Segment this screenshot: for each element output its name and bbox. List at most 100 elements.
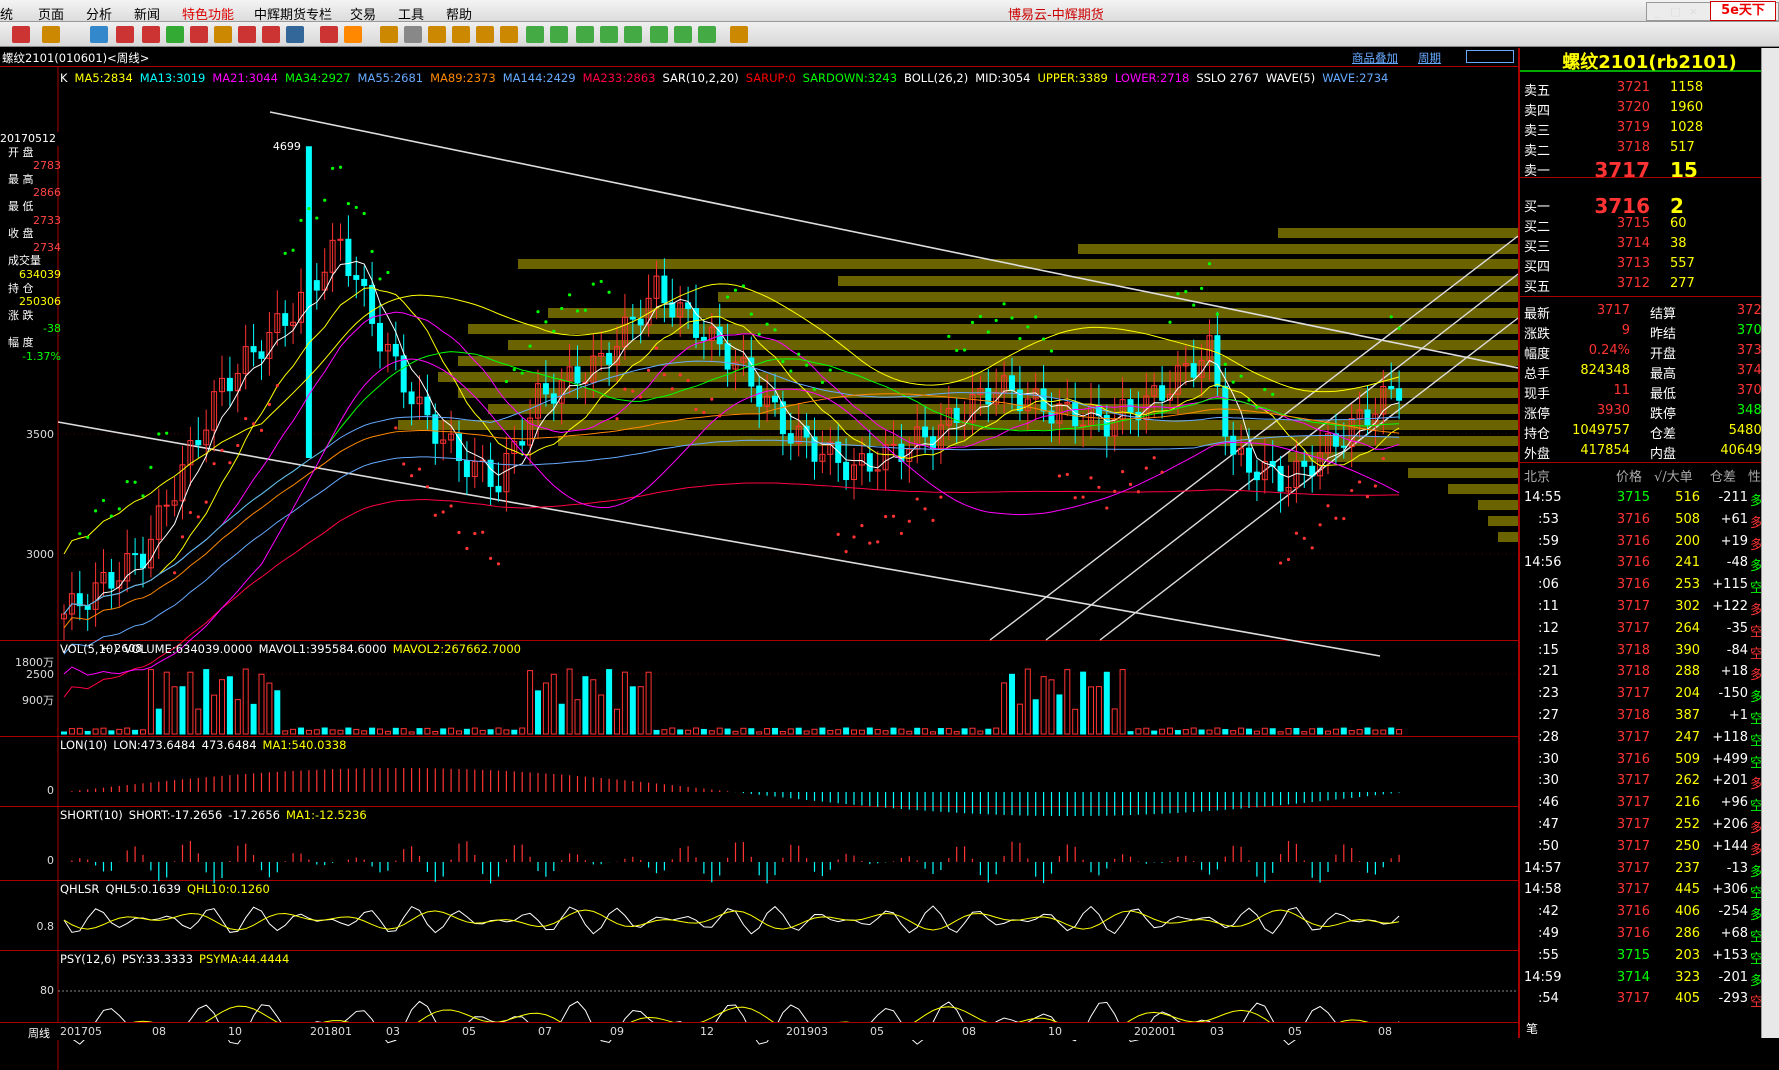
main-indicator-title: K MA5:2834 MA13:3019 MA21:3044 MA34:2927 MA55… — [60, 71, 1395, 85]
tick-row-15-cell-0: :47 — [1538, 817, 1559, 832]
tick-row-7: :153718390-84空平 — [1520, 641, 1778, 662]
toolbar-icon-6[interactable] — [190, 26, 208, 43]
toolbar-icon-2[interactable] — [90, 26, 108, 43]
toolbar-icon-1[interactable] — [42, 26, 60, 43]
toolbar-icon-16[interactable] — [452, 26, 470, 43]
price-tick-0: 3500 — [26, 428, 54, 441]
stat-row-0: 最新 3717 结算 3725 — [1520, 301, 1778, 322]
volume-bar — [1143, 727, 1150, 735]
sar-dot — [1168, 320, 1172, 324]
volume-bar — [629, 686, 636, 735]
sar-dot — [757, 332, 761, 336]
tick-row-0: 14:553715516-211多平 — [1520, 488, 1778, 509]
menu-6[interactable]: 交易 — [350, 4, 376, 23]
sar-dot — [986, 330, 990, 334]
sar-dot — [196, 515, 200, 519]
toolbar-icon-17[interactable] — [476, 26, 494, 43]
sar-dot — [623, 387, 627, 391]
toolbar-icon-26[interactable] — [698, 26, 716, 43]
menu-2[interactable]: 分析 — [86, 4, 112, 23]
menu-8[interactable]: 帮助 — [446, 4, 472, 23]
short-title: SHORT(10) SHORT:-17.2656 -17.2656 MA1:-12.5… — [60, 808, 373, 822]
toolbar-icon-27[interactable] — [730, 26, 748, 43]
sar-dot — [323, 198, 327, 202]
sar-dot — [1223, 362, 1227, 366]
volume-bar — [1222, 729, 1229, 735]
toolbar-icon-5[interactable] — [166, 26, 184, 43]
sar-dot — [331, 166, 335, 170]
toolbar-icon-14[interactable] — [404, 26, 422, 43]
volume-bar — [685, 729, 692, 735]
tick-row-4-cell-0: :06 — [1538, 577, 1559, 593]
close-icon[interactable]: × — [1685, 3, 1702, 20]
tick-row-15-cell-3: +206 — [1712, 817, 1748, 832]
toolbar-icon-20[interactable] — [550, 26, 568, 43]
tick-row-16: :503717250+144多开 — [1520, 837, 1778, 858]
tick-tab[interactable]: 笔 — [1526, 1020, 1538, 1037]
volume-bar — [329, 729, 336, 735]
volume-bar — [740, 727, 747, 735]
contract-tab[interactable]: 螺纹2101(010601)<周线> — [2, 50, 149, 66]
menu-4[interactable]: 特色功能 — [182, 4, 234, 23]
sar-dot — [1302, 536, 1306, 540]
sar-dot — [1350, 488, 1354, 493]
tick-row-14: :463717216+96空开 — [1520, 793, 1778, 814]
zoom-controls[interactable] — [1466, 50, 1514, 63]
tick-row-4: :063716253+115空开 — [1520, 575, 1778, 596]
toolbar-icon-3[interactable] — [116, 26, 134, 43]
restore-icon[interactable]: □ — [1667, 3, 1684, 20]
toolbar-icon-11[interactable] — [320, 26, 338, 43]
period-link[interactable]: 周期 — [1418, 50, 1441, 66]
sar-dot — [931, 518, 935, 522]
toolbar-icon-10[interactable] — [286, 26, 304, 43]
sar-dot — [1065, 472, 1069, 477]
ask-row-4-cell-2: 15 — [1670, 158, 1698, 182]
toolbar-icon-23[interactable] — [624, 26, 642, 43]
quote-panel: 螺纹2101(rb2101) 卖五 3721 1158 卖四 3720 1960 卖三 3719… — [1518, 48, 1779, 1038]
sar-dot — [410, 474, 414, 478]
sar-dot — [702, 410, 706, 415]
chart-area[interactable]: 螺纹2101(010601)<周线> 商品叠加 周期 3500 3000 2500 4… — [0, 48, 1518, 1070]
toolbar-icon-22[interactable] — [600, 26, 618, 43]
toolbar-icon-4[interactable] — [142, 26, 160, 43]
toolbar-icon-19[interactable] — [526, 26, 544, 43]
scrollbar[interactable] — [1761, 48, 1779, 1038]
toolbar-icon-15[interactable] — [428, 26, 446, 43]
volume-bar — [582, 676, 589, 735]
volume-bar — [440, 728, 447, 735]
menu-5[interactable]: 中辉期货专栏 — [254, 4, 332, 23]
volume-bar — [1009, 673, 1015, 735]
candle-body — [748, 357, 755, 387]
volume-bar — [424, 727, 431, 735]
menu-1[interactable]: 页面 — [38, 4, 64, 23]
sar-dot — [978, 314, 983, 319]
overlay-link[interactable]: 商品叠加 — [1352, 50, 1398, 66]
volume-bar — [890, 727, 897, 735]
minimize-icon[interactable]: _ — [1649, 3, 1666, 20]
sar-dot — [536, 310, 540, 314]
menu-7[interactable]: 工具 — [398, 4, 424, 23]
sar-dot — [1318, 523, 1322, 527]
toolbar-icon-18[interactable] — [500, 26, 518, 43]
toolbar-icon-8[interactable] — [238, 26, 256, 43]
volume-bar — [843, 727, 850, 735]
menu-3[interactable]: 新闻 — [134, 4, 160, 23]
xaxis-label-10: 05 — [870, 1025, 884, 1038]
toolbar-icon-13[interactable] — [380, 26, 398, 43]
bar-info-panel: 20170512 开 盘 2783 最 高 2866 最 低 2733 收 盘 2734 成交量 6… — [0, 132, 61, 363]
toolbar-icon-21[interactable] — [576, 26, 594, 43]
toolbar-icon-25[interactable] — [674, 26, 692, 43]
bid-row-4-cell-0: 买五 — [1524, 280, 1551, 295]
menu-0[interactable]: 统 — [0, 4, 13, 23]
sar-dot — [1207, 262, 1212, 266]
candle-body — [519, 441, 526, 446]
toolbar-icon-24[interactable] — [650, 26, 668, 43]
toolbar-icon-0[interactable] — [12, 26, 30, 43]
tick-row-13: :303717262+201多开 — [1520, 771, 1778, 792]
toolbar-icon-7[interactable] — [214, 26, 232, 43]
toolbar-icon-12[interactable] — [344, 26, 362, 43]
toolbar-icon-9[interactable] — [262, 26, 280, 43]
sar-dot — [133, 480, 137, 484]
sar-dot — [1049, 349, 1054, 353]
xaxis-label-3: 201801 — [310, 1025, 352, 1038]
